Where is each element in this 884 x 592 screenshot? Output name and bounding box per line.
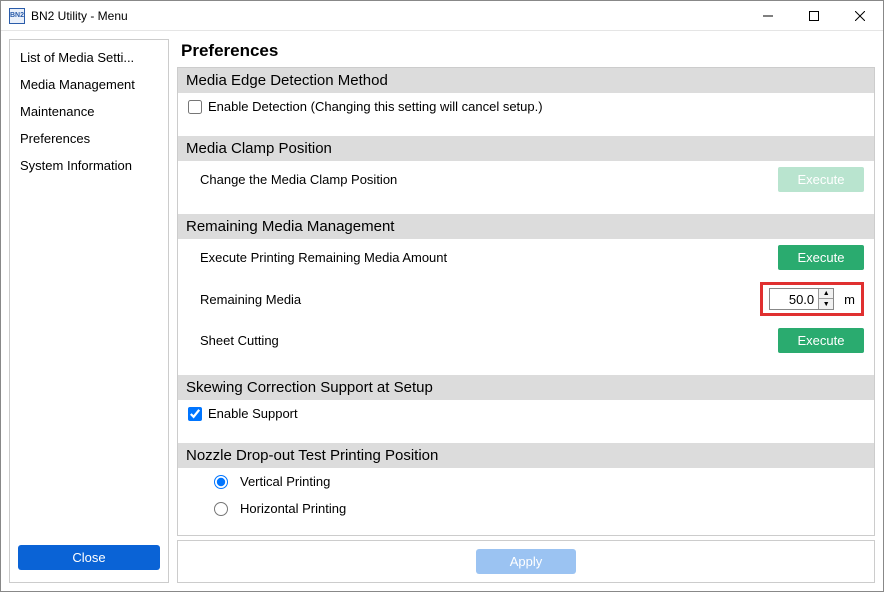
section-remaining-header: Remaining Media Management [178, 214, 874, 239]
clamp-execute-button[interactable]: Execute [778, 167, 864, 192]
remaining-media-unit: m [844, 292, 855, 307]
sidebar: List of Media Setti... Media Management … [9, 39, 169, 583]
section-clamp-header: Media Clamp Position [178, 136, 874, 161]
enable-support-checkbox[interactable] [188, 407, 202, 421]
sheet-cutting-execute-button[interactable]: Execute [778, 328, 864, 353]
app-icon: BN2 [9, 8, 25, 24]
print-remaining-execute-button[interactable]: Execute [778, 245, 864, 270]
titlebar: BN2 BN2 Utility - Menu [1, 1, 883, 31]
close-button[interactable]: Close [18, 545, 160, 570]
enable-support-label: Enable Support [208, 406, 298, 421]
content-scroll[interactable]: Media Edge Detection Method Enable Detec… [177, 67, 875, 536]
footer: Apply [177, 540, 875, 583]
page-title: Preferences [177, 39, 875, 67]
remaining-media-highlight: ▲ ▼ m [760, 282, 864, 316]
window-controls [745, 1, 883, 31]
minimize-button[interactable] [745, 1, 791, 31]
maximize-button[interactable] [791, 1, 837, 31]
horizontal-printing-row[interactable]: Horizontal Printing [214, 501, 346, 516]
horizontal-printing-label: Horizontal Printing [240, 501, 346, 516]
sheet-cutting-label: Sheet Cutting [200, 333, 778, 348]
enable-support-row[interactable]: Enable Support [188, 406, 298, 421]
vertical-printing-label: Vertical Printing [240, 474, 330, 489]
section-nozzle-header: Nozzle Drop-out Test Printing Position [178, 443, 874, 468]
remaining-media-spinner: ▲ ▼ [769, 288, 834, 310]
section-skewing-header: Skewing Correction Support at Setup [178, 375, 874, 400]
sidebar-item-maintenance[interactable]: Maintenance [10, 98, 168, 125]
sidebar-item-preferences[interactable]: Preferences [10, 125, 168, 152]
section-edge-header: Media Edge Detection Method [178, 68, 874, 93]
enable-detection-label: Enable Detection (Changing this setting … [208, 99, 543, 114]
horizontal-printing-radio[interactable] [214, 502, 228, 516]
enable-detection-checkbox[interactable] [188, 100, 202, 114]
remaining-media-decrement[interactable]: ▼ [819, 299, 833, 309]
remaining-media-input[interactable] [770, 290, 818, 309]
enable-detection-row[interactable]: Enable Detection (Changing this setting … [188, 99, 543, 114]
clamp-label: Change the Media Clamp Position [200, 172, 778, 187]
sidebar-item-media-settings[interactable]: List of Media Setti... [10, 44, 168, 71]
sidebar-item-system-information[interactable]: System Information [10, 152, 168, 179]
remaining-media-label: Remaining Media [200, 292, 760, 307]
remaining-media-increment[interactable]: ▲ [819, 289, 833, 299]
apply-button[interactable]: Apply [476, 549, 576, 574]
print-remaining-label: Execute Printing Remaining Media Amount [200, 250, 778, 265]
close-window-button[interactable] [837, 1, 883, 31]
vertical-printing-radio[interactable] [214, 475, 228, 489]
main: Preferences Media Edge Detection Method … [177, 39, 875, 583]
sidebar-item-media-management[interactable]: Media Management [10, 71, 168, 98]
vertical-printing-row[interactable]: Vertical Printing [214, 474, 330, 489]
window-title: BN2 Utility - Menu [31, 9, 128, 23]
